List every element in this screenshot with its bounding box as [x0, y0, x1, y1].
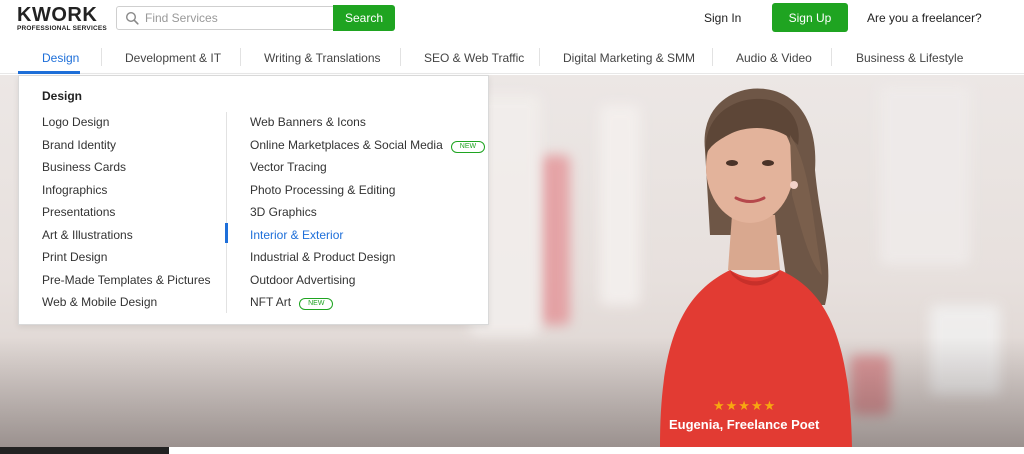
nav-business-lifestyle[interactable]: Business & Lifestyle [856, 51, 963, 65]
menu-item-business-cards[interactable]: Business Cards [42, 160, 126, 174]
nav-divider [831, 48, 832, 66]
new-badge: NEW [299, 298, 334, 310]
sign-up-button[interactable]: Sign Up [772, 3, 848, 32]
menu-item-3d-graphics[interactable]: 3D Graphics [250, 205, 317, 219]
menu-item-photo-processing[interactable]: Photo Processing & Editing [250, 183, 395, 197]
menu-item-label: NFT Art [250, 295, 292, 309]
menu-item-art-illustrations[interactable]: Art & Illustrations [42, 228, 133, 242]
active-item-indicator [225, 223, 228, 243]
nav-seo-web-traffic[interactable]: SEO & Web Traffic [424, 51, 524, 65]
status-tooltip [0, 447, 169, 454]
nav-divider [400, 48, 401, 66]
menu-item-brand-identity[interactable]: Brand Identity [42, 138, 116, 152]
menu-item-label: Online Marketplaces & Social Media [250, 138, 443, 152]
menu-item-web-banners[interactable]: Web Banners & Icons [250, 115, 366, 129]
menu-item-nft-art[interactable]: NFT Art NEW [250, 295, 334, 310]
nav-development-it[interactable]: Development & IT [125, 51, 221, 65]
menu-item-vector-tracing[interactable]: Vector Tracing [250, 160, 327, 174]
freelancer-link[interactable]: Are you a freelancer? [867, 11, 982, 25]
menu-item-outdoor-advertising[interactable]: Outdoor Advertising [250, 273, 355, 287]
design-dropdown-menu: Design Logo Design Brand Identity Busine… [18, 75, 489, 325]
menu-item-presentations[interactable]: Presentations [42, 205, 115, 219]
rating-stars: ★★★★★ [713, 398, 777, 413]
nav-audio-video[interactable]: Audio & Video [736, 51, 812, 65]
nav-active-underline [18, 71, 80, 74]
nav-design[interactable]: Design [42, 51, 79, 65]
dropdown-column-divider [226, 112, 227, 313]
logo-text: KWORK [17, 4, 98, 26]
page-bottom-strip [169, 447, 1024, 454]
freelancer-photo [640, 75, 870, 447]
menu-item-interior-exterior[interactable]: Interior & Exterior [250, 228, 343, 242]
nav-divider [240, 48, 241, 66]
search-icon [125, 11, 139, 25]
menu-item-industrial-product-design[interactable]: Industrial & Product Design [250, 250, 395, 264]
new-badge: NEW [450, 141, 486, 153]
menu-item-online-marketplaces[interactable]: Online Marketplaces & Social Media NEW [250, 138, 486, 153]
nav-digital-marketing[interactable]: Digital Marketing & SMM [563, 51, 695, 65]
sign-in-link[interactable]: Sign In [704, 11, 741, 25]
nav-writing-translations[interactable]: Writing & Translations [264, 51, 381, 65]
menu-item-web-mobile-design[interactable]: Web & Mobile Design [42, 295, 157, 309]
background-blur [600, 105, 640, 305]
background-blur [540, 155, 570, 325]
logo-subtitle: PROFESSIONAL SERVICES [17, 25, 107, 32]
nav-divider [712, 48, 713, 66]
nav-divider [101, 48, 102, 66]
hero-shadow [0, 337, 1024, 447]
menu-item-infographics[interactable]: Infographics [42, 183, 107, 197]
menu-item-logo-design[interactable]: Logo Design [42, 115, 109, 129]
hero-caption: Eugenia, Freelance Poet [669, 417, 820, 432]
header: KWORK PROFESSIONAL SERVICES Search Sign … [0, 0, 1024, 40]
search-input[interactable] [145, 7, 333, 29]
dropdown-title: Design [42, 89, 83, 103]
menu-item-print-design[interactable]: Print Design [42, 250, 107, 264]
menu-item-premade-templates[interactable]: Pre-Made Templates & Pictures [42, 273, 211, 287]
background-blur [880, 85, 970, 265]
search-button[interactable]: Search [333, 5, 395, 31]
nav-divider [539, 48, 540, 66]
kwork-logo[interactable]: KWORK PROFESSIONAL SERVICES [17, 4, 107, 34]
category-nav: Design Development & IT Writing & Transl… [0, 40, 1024, 74]
